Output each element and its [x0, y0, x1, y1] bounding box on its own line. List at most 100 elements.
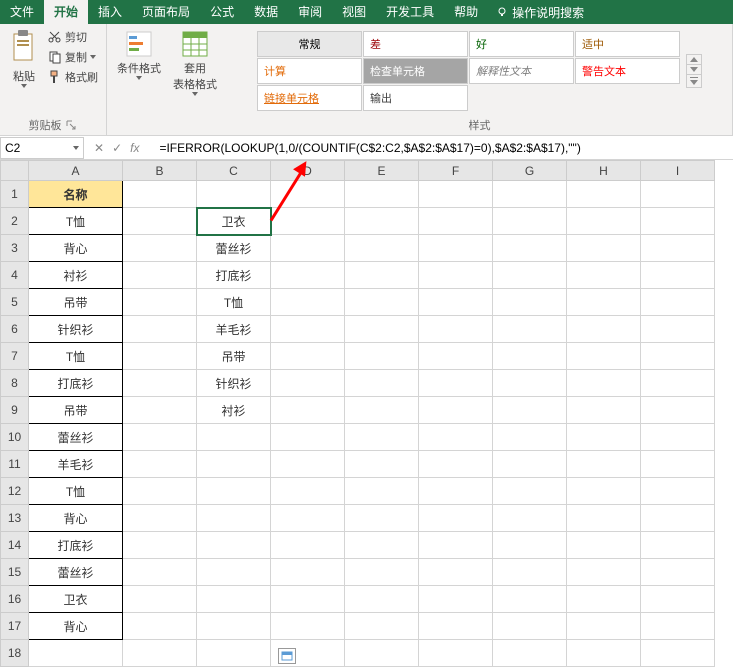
cell-B1[interactable]: [123, 181, 197, 208]
cell-B13[interactable]: [123, 505, 197, 532]
autofill-options-icon[interactable]: [278, 648, 296, 664]
cell-F15[interactable]: [419, 559, 493, 586]
cell-E12[interactable]: [345, 478, 419, 505]
cell-C16[interactable]: [197, 586, 271, 613]
cell-H17[interactable]: [567, 613, 641, 640]
cell-G8[interactable]: [493, 370, 567, 397]
cell-styles-gallery[interactable]: 常规 差 好 适中 计算 检查单元格 解释性文本 警告文本 链接单元格 输出: [257, 31, 680, 111]
cell-I3[interactable]: [641, 235, 715, 262]
cell-F5[interactable]: [419, 289, 493, 316]
cell-D17[interactable]: [271, 613, 345, 640]
menu-home[interactable]: 开始: [44, 0, 88, 24]
cell-B17[interactable]: [123, 613, 197, 640]
cell-B6[interactable]: [123, 316, 197, 343]
cell-C3[interactable]: 蕾丝衫: [197, 235, 271, 262]
cell-H8[interactable]: [567, 370, 641, 397]
cell-I6[interactable]: [641, 316, 715, 343]
cell-C12[interactable]: [197, 478, 271, 505]
cell-G11[interactable]: [493, 451, 567, 478]
cell-I16[interactable]: [641, 586, 715, 613]
cell-G5[interactable]: [493, 289, 567, 316]
cell-G1[interactable]: [493, 181, 567, 208]
menu-layout[interactable]: 页面布局: [132, 0, 200, 24]
gallery-up-icon[interactable]: [687, 55, 701, 64]
row-header-3[interactable]: 3: [1, 235, 29, 262]
copy-button[interactable]: 复制: [46, 48, 100, 66]
row-header-4[interactable]: 4: [1, 262, 29, 289]
cell-C4[interactable]: 打底衫: [197, 262, 271, 289]
cell-E18[interactable]: [345, 640, 419, 667]
cell-I10[interactable]: [641, 424, 715, 451]
cut-button[interactable]: 剪切: [46, 28, 100, 46]
cell-C10[interactable]: [197, 424, 271, 451]
worksheet-grid[interactable]: ABCDEFGHI1名称2T恤卫衣3背心蕾丝衫4衬衫打底衫5吊带T恤6针织衫羊毛…: [0, 160, 733, 667]
cell-E13[interactable]: [345, 505, 419, 532]
menu-data[interactable]: 数据: [244, 0, 288, 24]
cell-F2[interactable]: [419, 208, 493, 235]
cell-E9[interactable]: [345, 397, 419, 424]
cell-D15[interactable]: [271, 559, 345, 586]
row-header-2[interactable]: 2: [1, 208, 29, 235]
fx-icon[interactable]: fx: [130, 141, 139, 155]
cell-C1[interactable]: [197, 181, 271, 208]
cell-E3[interactable]: [345, 235, 419, 262]
cell-D7[interactable]: [271, 343, 345, 370]
menu-view[interactable]: 视图: [332, 0, 376, 24]
cell-G2[interactable]: [493, 208, 567, 235]
cell-B12[interactable]: [123, 478, 197, 505]
cell-H4[interactable]: [567, 262, 641, 289]
col-header-H[interactable]: H: [567, 161, 641, 181]
cell-H1[interactable]: [567, 181, 641, 208]
style-bad[interactable]: 差: [363, 31, 468, 57]
cell-D12[interactable]: [271, 478, 345, 505]
row-header-6[interactable]: 6: [1, 316, 29, 343]
cell-G15[interactable]: [493, 559, 567, 586]
row-header-18[interactable]: 18: [1, 640, 29, 667]
table-format-button[interactable]: 套用 表格格式: [169, 28, 221, 98]
cell-E7[interactable]: [345, 343, 419, 370]
row-header-10[interactable]: 10: [1, 424, 29, 451]
cell-A5[interactable]: 吊带: [29, 289, 123, 316]
cell-H6[interactable]: [567, 316, 641, 343]
cell-F4[interactable]: [419, 262, 493, 289]
cell-B9[interactable]: [123, 397, 197, 424]
menu-help[interactable]: 帮助: [444, 0, 488, 24]
col-header-F[interactable]: F: [419, 161, 493, 181]
cell-B18[interactable]: [123, 640, 197, 667]
cell-I14[interactable]: [641, 532, 715, 559]
cell-D2[interactable]: [271, 208, 345, 235]
cell-A12[interactable]: T恤: [29, 478, 123, 505]
cancel-formula-icon[interactable]: ✕: [94, 141, 104, 155]
cell-I4[interactable]: [641, 262, 715, 289]
cell-D10[interactable]: [271, 424, 345, 451]
style-calc[interactable]: 计算: [257, 58, 362, 84]
cell-F9[interactable]: [419, 397, 493, 424]
style-warn[interactable]: 警告文本: [575, 58, 680, 84]
cell-E2[interactable]: [345, 208, 419, 235]
cell-B11[interactable]: [123, 451, 197, 478]
menu-insert[interactable]: 插入: [88, 0, 132, 24]
cell-I15[interactable]: [641, 559, 715, 586]
cell-H12[interactable]: [567, 478, 641, 505]
row-header-1[interactable]: 1: [1, 181, 29, 208]
cell-C14[interactable]: [197, 532, 271, 559]
row-header-7[interactable]: 7: [1, 343, 29, 370]
cell-F1[interactable]: [419, 181, 493, 208]
style-neutral[interactable]: 适中: [575, 31, 680, 57]
cell-G17[interactable]: [493, 613, 567, 640]
cell-C15[interactable]: [197, 559, 271, 586]
cell-F13[interactable]: [419, 505, 493, 532]
col-header-G[interactable]: G: [493, 161, 567, 181]
col-header-A[interactable]: A: [29, 161, 123, 181]
cell-C17[interactable]: [197, 613, 271, 640]
conditional-format-button[interactable]: 条件格式: [113, 28, 165, 82]
cell-H15[interactable]: [567, 559, 641, 586]
cell-B16[interactable]: [123, 586, 197, 613]
cell-C9[interactable]: 衬衫: [197, 397, 271, 424]
menu-dev[interactable]: 开发工具: [376, 0, 444, 24]
col-header-C[interactable]: C: [197, 161, 271, 181]
cell-I9[interactable]: [641, 397, 715, 424]
cell-G9[interactable]: [493, 397, 567, 424]
menu-review[interactable]: 审阅: [288, 0, 332, 24]
cell-I5[interactable]: [641, 289, 715, 316]
